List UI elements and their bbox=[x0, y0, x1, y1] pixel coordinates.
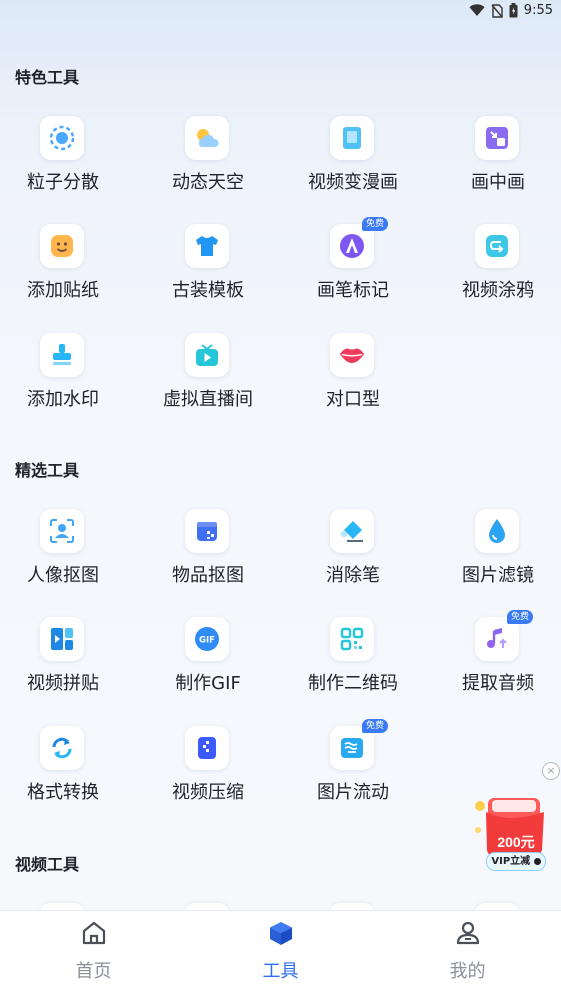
tool-costume-template[interactable]: 古装模板 bbox=[148, 224, 268, 324]
tool-lip-sync[interactable]: 对口型 bbox=[293, 333, 413, 433]
tool-label: 制作GIF bbox=[175, 673, 241, 694]
pip-icon bbox=[475, 116, 519, 160]
tool-video-collage[interactable]: 视频拼贴 bbox=[3, 617, 123, 717]
tool-label: 视频压缩 bbox=[172, 782, 244, 803]
profile-icon bbox=[454, 919, 482, 947]
tool-label: 对口型 bbox=[326, 389, 380, 410]
vip-promo-float[interactable]: 200元 VIP立减 bbox=[466, 790, 552, 875]
tab-label: 我的 bbox=[449, 961, 486, 982]
tool-label: 图片流动 bbox=[317, 782, 389, 803]
tool-label: 图片滤镜 bbox=[462, 565, 534, 586]
tool-video-to-comic[interactable]: 视频变漫画 bbox=[293, 116, 413, 216]
qrcode-icon bbox=[330, 617, 374, 661]
tool-label: 添加贴纸 bbox=[27, 280, 99, 301]
filter-drop-icon bbox=[475, 509, 519, 553]
cube-icon bbox=[267, 919, 295, 947]
tool-video-doodle[interactable]: 视频涂鸦 bbox=[438, 224, 558, 324]
promo-cta-label: VIP立减 bbox=[491, 856, 531, 867]
costume-icon bbox=[185, 224, 229, 268]
lips-icon bbox=[330, 333, 374, 377]
bottom-tab-bar: 首页 工具 我的 bbox=[0, 910, 561, 997]
tool-make-qrcode[interactable]: 制作二维码 bbox=[293, 617, 413, 717]
tool-label: 视频拼贴 bbox=[27, 673, 99, 694]
status-icons: 9:55 bbox=[469, 3, 553, 18]
tool-object-cutout[interactable]: 物品抠图 bbox=[148, 509, 268, 609]
tv-icon bbox=[185, 333, 229, 377]
tool-eraser-pen[interactable]: 消除笔 bbox=[293, 509, 413, 609]
tool-format-convert[interactable]: 格式转换 bbox=[3, 726, 123, 826]
promo-close-button[interactable]: × bbox=[542, 762, 560, 780]
convert-icon bbox=[40, 726, 84, 770]
tab-label: 工具 bbox=[262, 961, 299, 982]
free-badge: 免费 bbox=[362, 217, 389, 231]
compress-icon bbox=[185, 726, 229, 770]
section-title-video: 视频工具 bbox=[15, 855, 80, 874]
tool-label: 画中画 bbox=[471, 172, 525, 193]
stamp-icon bbox=[40, 333, 84, 377]
tool-dynamic-sky[interactable]: 动态天空 bbox=[148, 116, 268, 216]
tool-virtual-live[interactable]: 虚拟直播间 bbox=[148, 333, 268, 433]
tab-home[interactable]: 首页 bbox=[0, 911, 187, 997]
home-icon bbox=[80, 919, 108, 947]
tool-image-flow[interactable]: 免费 图片流动 bbox=[293, 719, 413, 826]
tool-portrait-cutout[interactable]: 人像抠图 bbox=[3, 509, 123, 609]
eraser-icon bbox=[330, 509, 374, 553]
tool-label: 虚拟直播间 bbox=[163, 389, 253, 410]
sticker-icon bbox=[40, 224, 84, 268]
battery-icon bbox=[509, 3, 518, 18]
weather-icon bbox=[185, 116, 229, 160]
tool-label: 视频变漫画 bbox=[308, 172, 398, 193]
promo-amount: 200元 bbox=[497, 834, 535, 850]
tool-label: 物品抠图 bbox=[172, 565, 244, 586]
tool-label: 提取音频 bbox=[462, 673, 534, 694]
tool-image-filter[interactable]: 图片滤镜 bbox=[438, 509, 558, 609]
section-title-featured: 特色工具 bbox=[15, 68, 80, 87]
promo-cta: VIP立减 bbox=[486, 852, 546, 871]
tab-label: 首页 bbox=[75, 961, 112, 982]
object-cutout-icon bbox=[185, 509, 229, 553]
tool-label: 画笔标记 bbox=[317, 280, 389, 301]
section-title-selected: 精选工具 bbox=[15, 461, 80, 480]
tool-particle[interactable]: 粒子分散 bbox=[3, 116, 123, 216]
tool-label: 格式转换 bbox=[27, 782, 99, 803]
tab-tools[interactable]: 工具 bbox=[187, 911, 374, 997]
svg-text:GIF: GIF bbox=[199, 636, 215, 646]
tool-label: 添加水印 bbox=[27, 389, 99, 410]
tool-label: 动态天空 bbox=[172, 172, 244, 193]
no-sim-icon bbox=[491, 3, 503, 18]
wifi-icon bbox=[469, 4, 485, 17]
collage-icon bbox=[40, 617, 84, 661]
gif-icon: GIF bbox=[185, 617, 229, 661]
tool-label: 古装模板 bbox=[172, 280, 244, 301]
chevron-right-icon bbox=[533, 857, 541, 865]
doodle-icon bbox=[475, 224, 519, 268]
status-time: 9:55 bbox=[523, 3, 553, 18]
particle-icon bbox=[40, 116, 84, 160]
tool-label: 粒子分散 bbox=[27, 172, 99, 193]
tool-brush-mark[interactable]: 免费 画笔标记 bbox=[293, 217, 413, 324]
tool-picture-in-picture[interactable]: 画中画 bbox=[438, 116, 558, 216]
tool-make-gif[interactable]: GIF 制作GIF bbox=[148, 617, 268, 717]
comic-icon bbox=[330, 116, 374, 160]
tab-profile[interactable]: 我的 bbox=[374, 911, 561, 997]
status-bar: 9:55 bbox=[0, 0, 561, 24]
tool-label: 视频涂鸦 bbox=[462, 280, 534, 301]
free-badge: 免费 bbox=[362, 719, 389, 733]
tool-add-watermark[interactable]: 添加水印 bbox=[3, 333, 123, 433]
tool-label: 消除笔 bbox=[326, 565, 380, 586]
tool-extract-audio[interactable]: 免费 提取音频 bbox=[438, 610, 558, 717]
tool-video-compress[interactable]: 视频压缩 bbox=[148, 726, 268, 826]
tool-label: 人像抠图 bbox=[27, 565, 99, 586]
tool-add-sticker[interactable]: 添加贴纸 bbox=[3, 224, 123, 324]
tool-label: 制作二维码 bbox=[308, 673, 398, 694]
portrait-icon bbox=[40, 509, 84, 553]
free-badge: 免费 bbox=[507, 610, 534, 624]
